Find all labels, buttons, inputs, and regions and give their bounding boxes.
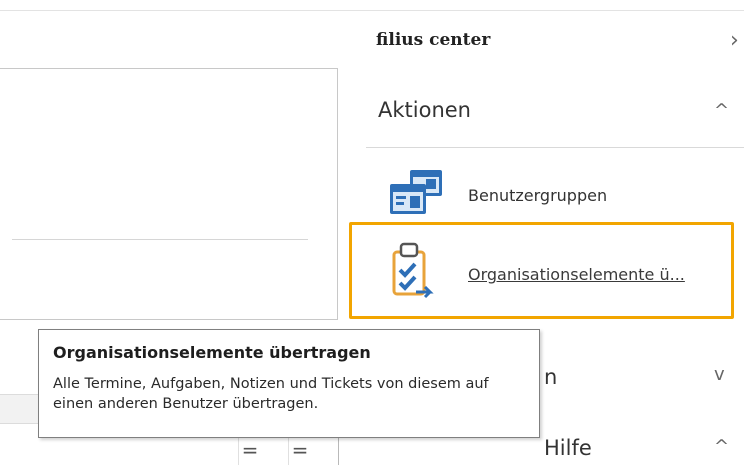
tooltip-title: Organisationselemente übertragen xyxy=(53,343,371,362)
action-benutzergruppen-label[interactable]: Benutzergruppen xyxy=(468,186,607,205)
clipboard-transfer-icon xyxy=(392,242,434,299)
chevron-down-icon[interactable]: v xyxy=(714,364,725,385)
content-divider xyxy=(12,239,308,240)
chevron-up-icon-hilfe[interactable]: ^ xyxy=(714,436,729,457)
top-divider xyxy=(0,10,744,11)
content-pane xyxy=(0,68,338,320)
section-aktionen-title[interactable]: Aktionen xyxy=(378,98,471,122)
tooltip: Organisationselemente übertragen Alle Te… xyxy=(38,329,540,438)
section-hidden-title[interactable]: n xyxy=(544,365,557,389)
action-benutzergruppen[interactable] xyxy=(388,168,448,218)
section-hilfe-title[interactable]: Hilfe xyxy=(544,436,592,460)
action-organisationselemente[interactable] xyxy=(388,240,438,304)
user-groups-icon xyxy=(390,170,442,214)
chevron-up-icon[interactable]: ^ xyxy=(714,100,729,121)
tooltip-body: Alle Termine, Aufgaben, Notizen und Tick… xyxy=(53,376,489,412)
align-button-2[interactable]: = xyxy=(288,438,311,465)
nav-header-title[interactable]: filius center xyxy=(376,30,490,50)
action-organisationselemente-label[interactable]: Organisationselemente ü... xyxy=(468,265,685,284)
section-divider xyxy=(366,147,744,148)
chevron-right-icon[interactable]: › xyxy=(730,28,739,53)
align-button-1[interactable]: = xyxy=(238,438,261,465)
